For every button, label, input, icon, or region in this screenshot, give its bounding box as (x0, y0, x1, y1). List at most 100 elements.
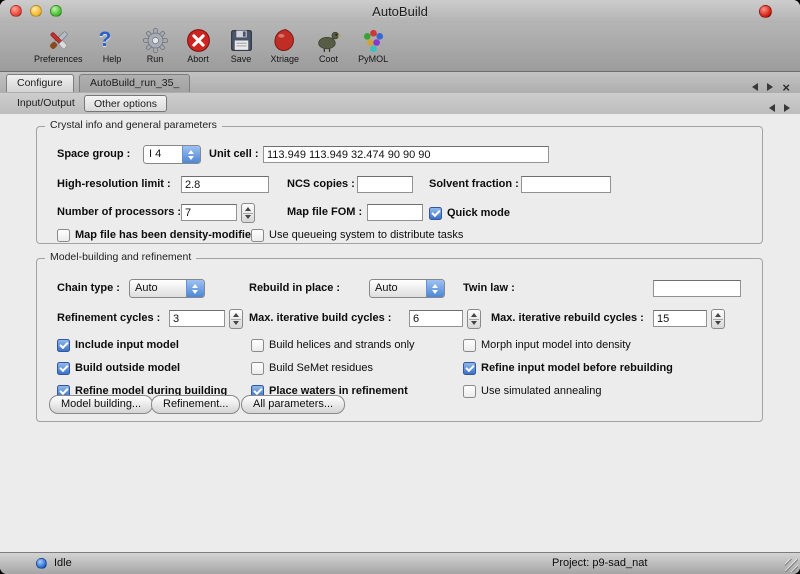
chevron-updown-icon (182, 146, 200, 163)
abort-button[interactable]: Abort (179, 26, 218, 65)
toolbar-label: Run (147, 54, 164, 64)
density-modified-label: Map file has been density-modified (75, 229, 258, 241)
quick-mode-checkbox-row: Quick mode (429, 205, 510, 221)
map-fom-input[interactable] (367, 204, 423, 221)
subtab-input-output[interactable]: Input/Output (8, 95, 84, 112)
refine-input-model-checkbox[interactable] (463, 362, 476, 375)
chevron-right-icon (784, 104, 790, 112)
tools-icon (45, 27, 72, 54)
density-modified-checkbox[interactable] (57, 229, 70, 242)
space-group-select[interactable]: I 4 (143, 145, 201, 164)
nproc-input[interactable] (181, 204, 237, 221)
toolbar-label: Help (103, 54, 122, 64)
toolbar-label: Save (231, 54, 252, 64)
model-building-group: Model-building and refinement Chain type… (36, 258, 763, 422)
queueing-checkbox[interactable] (251, 229, 264, 242)
subtab-other-options[interactable]: Other options (84, 95, 167, 112)
checkbox-row: Morph input model into density (463, 337, 631, 353)
titlebar-red-ball-icon (759, 5, 772, 18)
high-res-input[interactable] (181, 176, 269, 193)
sub-tab-bar: Input/Output Other options (0, 93, 800, 115)
unit-cell-input[interactable] (263, 146, 549, 163)
toolbar-label: Xtriage (271, 54, 300, 64)
checkbox-row: Include input model (57, 337, 179, 353)
checkbox-row: Build helices and strands only (251, 337, 415, 353)
model-building-button[interactable]: Model building... (49, 395, 153, 414)
tab-label: Configure (17, 77, 63, 89)
rebuild-in-place-select[interactable]: Auto (369, 279, 445, 298)
checkbox-row: Build SeMet residues (251, 360, 373, 376)
checkbox-row: Use simulated annealing (463, 383, 601, 399)
chevron-left-icon (769, 104, 775, 112)
molecule-icon (360, 27, 387, 54)
status-indicator-icon (36, 558, 47, 569)
toolbar-label: PyMOL (358, 54, 388, 64)
resize-grip[interactable] (785, 559, 798, 572)
question-mark-icon: ? (99, 27, 126, 54)
ncs-copies-input[interactable] (357, 176, 413, 193)
tab-configure[interactable]: Configure (6, 74, 74, 92)
refinement-cycles-input[interactable] (169, 310, 225, 327)
xtriage-button[interactable]: Xtriage (265, 26, 306, 65)
tab-close-button[interactable]: × (782, 83, 790, 92)
checkbox-label: Build outside model (75, 362, 180, 374)
chain-type-label: Chain type : (57, 279, 120, 298)
all-parameters-button[interactable]: All parameters... (241, 395, 345, 414)
rebuild-cycles-stepper[interactable] (711, 309, 725, 329)
floppy-disk-icon (228, 27, 255, 54)
save-button[interactable]: Save (222, 26, 261, 65)
solvent-fraction-input[interactable] (521, 176, 611, 193)
gear-icon (142, 27, 169, 54)
build-helices-checkbox[interactable] (251, 339, 264, 352)
checkbox-label: Morph input model into density (481, 339, 631, 351)
rebuild-in-place-label: Rebuild in place : (249, 279, 340, 298)
chevron-right-icon (767, 83, 773, 91)
pymol-button[interactable]: PyMOL (352, 26, 394, 65)
chain-type-select[interactable]: Auto (129, 279, 205, 298)
chevron-left-icon (752, 83, 758, 91)
window-title: AutoBuild (0, 4, 800, 19)
subtab-label: Other options (94, 98, 157, 110)
help-button[interactable]: ? Help (93, 26, 132, 65)
red-x-circle-icon (185, 27, 212, 54)
checkbox-label: Refine input model before rebuilding (481, 362, 673, 374)
nproc-stepper[interactable] (241, 203, 255, 223)
model-group-title: Model-building and refinement (45, 251, 196, 263)
toolbar-label: Coot (319, 54, 338, 64)
build-cycles-stepper[interactable] (467, 309, 481, 329)
queueing-label: Use queueing system to distribute tasks (269, 229, 463, 241)
simulated-annealing-checkbox[interactable] (463, 385, 476, 398)
crystal-group-title: Crystal info and general parameters (45, 119, 222, 131)
checkbox-label: Use simulated annealing (481, 385, 601, 397)
twin-law-label: Twin law : (463, 279, 515, 298)
build-semet-checkbox[interactable] (251, 362, 264, 375)
rebuild-in-place-value: Auto (370, 280, 426, 297)
density-modified-checkbox-row: Map file has been density-modified (57, 227, 258, 243)
run-button[interactable]: Run (136, 26, 175, 65)
build-outside-model-checkbox[interactable] (57, 362, 70, 375)
status-text: Idle (54, 557, 72, 569)
queueing-checkbox-row: Use queueing system to distribute tasks (251, 227, 463, 243)
include-input-model-checkbox[interactable] (57, 339, 70, 352)
app-window: AutoBuild Preferences ? (0, 0, 800, 574)
refinement-cycles-stepper[interactable] (229, 309, 243, 329)
rebuild-cycles-label: Max. iterative rebuild cycles : (491, 309, 644, 328)
twin-law-input[interactable] (653, 280, 741, 297)
bird-icon (315, 27, 342, 54)
rebuild-cycles-input[interactable] (653, 310, 707, 327)
high-res-label: High-resolution limit : (57, 175, 171, 194)
quick-mode-checkbox[interactable] (429, 207, 442, 220)
ncs-copies-label: NCS copies : (287, 175, 355, 194)
coot-button[interactable]: Coot (309, 26, 348, 65)
build-cycles-input[interactable] (409, 310, 463, 327)
toolbar: Preferences ? Help (0, 23, 800, 72)
preferences-button[interactable]: Preferences (28, 26, 89, 65)
tab-autobuild-run[interactable]: AutoBuild_run_35_ (79, 74, 190, 92)
checkbox-label: Include input model (75, 339, 179, 351)
main-tab-bar: Configure AutoBuild_run_35_ × (0, 72, 800, 94)
subtab-label: Input/Output (17, 97, 75, 109)
morph-model-checkbox[interactable] (463, 339, 476, 352)
chevron-updown-icon (426, 280, 444, 297)
refinement-button[interactable]: Refinement... (151, 395, 240, 414)
checkbox-label: Build helices and strands only (269, 339, 415, 351)
